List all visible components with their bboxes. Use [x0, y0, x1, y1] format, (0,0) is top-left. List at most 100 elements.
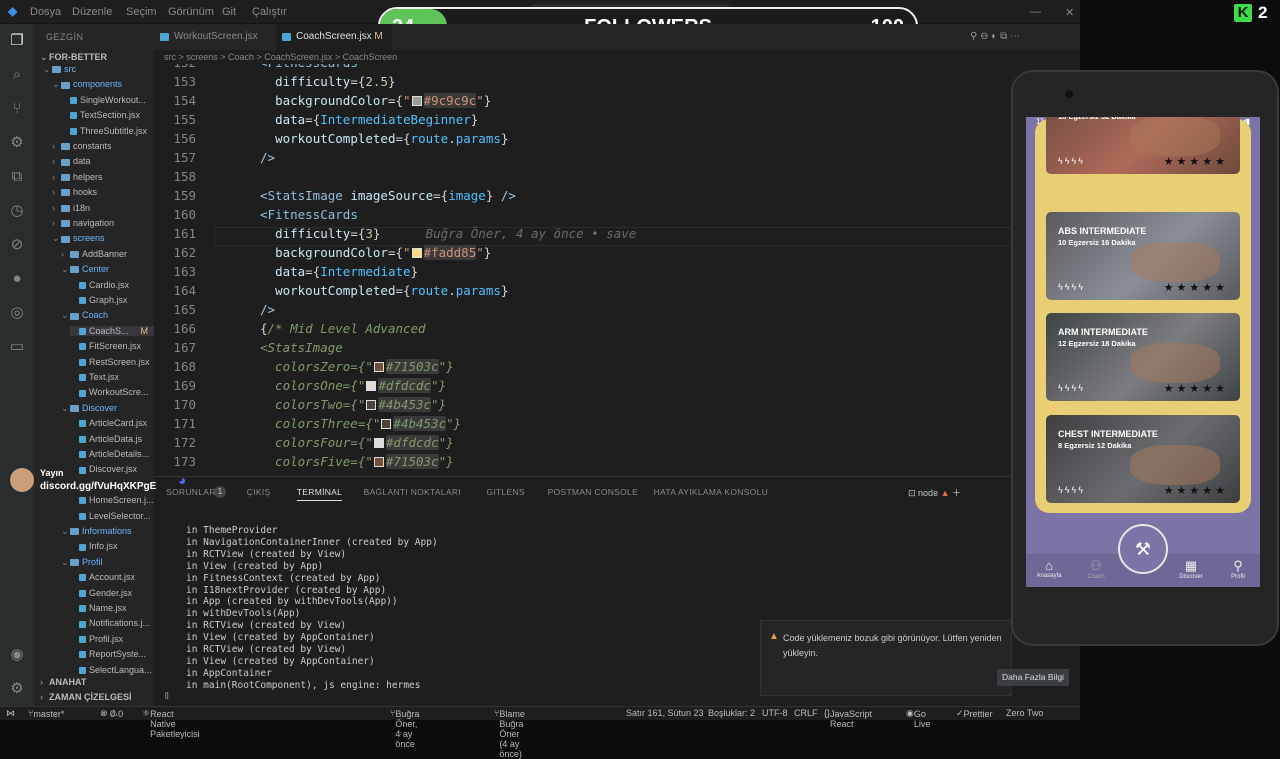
panel-tab[interactable]: SORUNLAR: [166, 487, 216, 497]
tree-file[interactable]: ReportSyste...: [70, 649, 154, 659]
tree-file[interactable]: ArticleDetails...: [70, 449, 154, 459]
code-line[interactable]: <StatsImage: [260, 340, 343, 355]
tree-folder[interactable]: › constants: [52, 141, 154, 151]
tree-file[interactable]: WorkoutScre...: [70, 387, 154, 397]
tree-folder[interactable]: › helpers: [52, 172, 154, 182]
workout-fab-button[interactable]: ⚒: [1118, 524, 1168, 574]
tree-folder[interactable]: › i18n: [52, 203, 154, 213]
tree-file[interactable]: SingleWorkout...: [61, 95, 154, 105]
workout-card[interactable]: ABS INTERMEDIATE 10 Egzersiz 16 Dakika ϟϟϟ…: [1046, 212, 1240, 300]
add-terminal-icon[interactable]: ＋: [952, 488, 961, 498]
rn-packager[interactable]: ⚛ React Native Paketleyicisi: [142, 708, 200, 739]
code-line[interactable]: data={IntermediateBeginner}: [260, 112, 478, 127]
menu-item[interactable]: Git: [222, 6, 236, 18]
panel-tab[interactable]: TERMİNAL: [296, 487, 343, 501]
indentation[interactable]: Boşluklar: 2: [708, 708, 755, 718]
project-root[interactable]: ⌄FOR-BETTER: [40, 52, 107, 63]
remote-icon[interactable]: ⊘: [8, 236, 26, 254]
encoding[interactable]: UTF-8: [762, 708, 788, 718]
panel-tab[interactable]: BAĞLANTI NOKTALARI: [364, 487, 461, 497]
blame-indicator[interactable]: ⑂ Buğra Öner, 4 ay önce: [390, 708, 419, 749]
breadcrumb[interactable]: src > screens > Coach > CoachScreen.jsx …: [154, 50, 1080, 64]
tree-file[interactable]: Text.jsx: [70, 372, 154, 382]
timeline-section[interactable]: › ZAMAN ÇİZELGESİ: [40, 692, 132, 702]
close-icon[interactable]: ✕: [1065, 6, 1074, 19]
code-line[interactable]: colorsFour={" #dfdcdc"}: [260, 435, 454, 450]
timeline-icon[interactable]: ◷: [8, 202, 26, 220]
explorer-icon[interactable]: ❐: [8, 32, 26, 50]
debug-icon[interactable]: ⚙: [8, 134, 26, 152]
source-control-icon[interactable]: ⑂: [8, 100, 26, 118]
code-line[interactable]: difficulty={3} Buğra Öner, 4 ay önce • s…: [260, 226, 636, 241]
language-mode[interactable]: {} JavaScript React: [824, 708, 872, 729]
tree-file[interactable]: LevelSelector...: [70, 511, 154, 521]
gitlens-icon[interactable]: ◎: [8, 304, 26, 322]
tree-file[interactable]: Cardio.jsx: [70, 280, 154, 290]
more-info-button[interactable]: Daha Fazla Bilgi: [997, 669, 1069, 686]
tab-coachscreen[interactable]: CoachScreen.jsx M ✕: [276, 24, 392, 68]
line-ending[interactable]: CRLF: [794, 708, 818, 718]
cursor-position[interactable]: Satır 161, Sütun 23: [626, 708, 704, 718]
branch-indicator[interactable]: ⑂ master*: [28, 708, 64, 719]
extensions-icon[interactable]: ⧉: [8, 168, 26, 186]
tree-file[interactable]: Info.jsx: [70, 541, 154, 551]
code-line[interactable]: {/* Mid Level Advanced: [260, 321, 426, 336]
tree-file[interactable]: ArticleCard.jsx: [70, 418, 154, 428]
tree-folder[interactable]: ⌄ Discover: [61, 403, 154, 414]
settings-gear-icon[interactable]: ⚙: [8, 680, 26, 698]
tree-folder[interactable]: ⌄ Coach: [61, 310, 154, 321]
tree-folder[interactable]: › hooks: [52, 187, 154, 197]
code-line[interactable]: />: [260, 302, 275, 317]
tree-folder[interactable]: ⌄ Informations: [61, 526, 154, 537]
blame-detail[interactable]: ⑂ Blame Buğra Öner (4 ay önce): [494, 708, 525, 759]
tree-folder[interactable]: ⌄ src: [43, 64, 154, 75]
menu-item[interactable]: Seçim: [126, 6, 157, 18]
tree-folder[interactable]: ⌄ components: [52, 79, 154, 90]
tree-file[interactable]: Notifications.j...: [70, 618, 154, 628]
account-icon[interactable]: ◉: [8, 646, 26, 664]
nav-home[interactable]: ⌂ Anasayfa: [1029, 558, 1069, 579]
tree-folder[interactable]: ⌄ Profil: [61, 557, 154, 568]
tree-file[interactable]: HomeScreen.j...: [70, 495, 154, 505]
tree-folder[interactable]: › AddBanner: [61, 249, 154, 259]
minimize-icon[interactable]: —: [1030, 6, 1041, 18]
tree-folder[interactable]: › navigation: [52, 218, 154, 228]
tree-file[interactable]: ThreeSubtitle.jsx: [61, 126, 154, 136]
editor-actions-icon[interactable]: ⚲ ⊖ ◐ ⧉ ⋯: [970, 31, 1020, 42]
tree-file[interactable]: Graph.jsx: [70, 295, 154, 305]
code-line[interactable]: colorsOne={" #dfdcdc"}: [260, 378, 446, 393]
prettier-status[interactable]: ✓ Prettier: [956, 708, 993, 719]
tree-file[interactable]: RestScreen.jsx: [70, 357, 154, 367]
code-line[interactable]: difficulty={2.5}: [260, 74, 395, 89]
tree-file[interactable]: ArticleData.js: [70, 434, 154, 444]
menu-item[interactable]: Dosya: [30, 6, 61, 18]
code-line[interactable]: backgroundColor={" #fadd85"}: [260, 245, 491, 260]
panel-tab[interactable]: GITLENS: [486, 487, 524, 497]
panel-tab[interactable]: POSTMAN CONSOLE: [548, 487, 638, 497]
tree-file[interactable]: Name.jsx: [70, 603, 154, 613]
tree-folder[interactable]: ⌄ screens: [52, 233, 154, 244]
workout-card[interactable]: CHEST INTERMEDIATE 8 Egzersiz 12 Dakika ϟϟ…: [1046, 415, 1240, 503]
chat-icon[interactable]: ▭: [8, 338, 26, 356]
workout-card[interactable]: FULL BODY INTERMEDIATE18 Egzersiz 32 Dak…: [1046, 117, 1240, 174]
code-line[interactable]: data={Intermediate}: [260, 264, 418, 279]
code-line[interactable]: <FitnessCards: [260, 207, 358, 222]
code-line[interactable]: colorsTwo={" #4b453c"}: [260, 397, 446, 412]
terminal-selector[interactable]: ⊡ node ▲ ＋: [908, 486, 961, 499]
code-line[interactable]: colorsFive={" #71503c"}: [260, 454, 454, 469]
menu-item[interactable]: Görünüm: [168, 6, 214, 18]
code-line[interactable]: workoutCompleted={route.params}: [260, 283, 508, 298]
tree-file[interactable]: CoachS... M: [70, 325, 154, 336]
code-line[interactable]: colorsThree={" #4b453c"}: [260, 416, 461, 431]
panel-tab[interactable]: ÇIKIŞ: [247, 487, 271, 497]
panel-tab[interactable]: HATA AYIKLAMA KONSOLU: [654, 487, 768, 497]
tree-file[interactable]: Gender.jsx: [70, 588, 154, 598]
code-line[interactable]: />: [260, 150, 275, 165]
menu-item[interactable]: Düzenle: [72, 6, 112, 18]
nav-profil[interactable]: ⚲ Profil: [1218, 558, 1258, 580]
workout-card[interactable]: ARM INTERMEDIATE 12 Egzersiz 18 Dakika ϟϟϟ…: [1046, 313, 1240, 401]
tree-file[interactable]: Profil.jsx: [70, 634, 154, 644]
tree-file[interactable]: Account.jsx: [70, 572, 154, 582]
tree-file[interactable]: SelectLangua...: [70, 665, 154, 675]
problems-indicator[interactable]: ⊗ 0 ⚠ 0: [100, 708, 123, 719]
